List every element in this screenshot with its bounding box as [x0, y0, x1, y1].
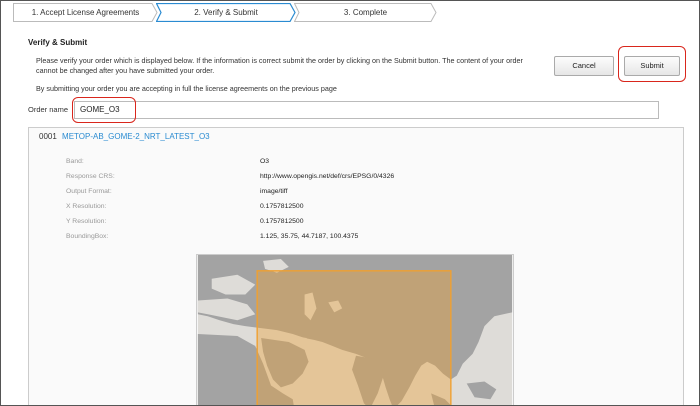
- page: 1. Accept License Agreements 2. Verify &…: [0, 0, 700, 406]
- order-name-label: Order name: [28, 105, 69, 114]
- property-value: http://www.opengis.net/def/crs/EPSG/0/43…: [260, 173, 395, 180]
- property-row: Band: O3: [66, 158, 466, 170]
- property-row: Response CRS: http://www.opengis.net/def…: [66, 173, 466, 185]
- property-key: X Resolution:: [66, 203, 107, 210]
- step-verify-submit[interactable]: 2. Verify & Submit: [156, 3, 296, 22]
- step-label: 3. Complete: [343, 8, 388, 17]
- property-row: BoundingBox: 1.125, 35.75, 44.7187, 100.…: [66, 233, 466, 245]
- intro-text: Please verify your order which is displa…: [36, 56, 523, 75]
- product-name-link[interactable]: METOP-AB_GOME-2_NRT_LATEST_O3: [62, 132, 210, 141]
- step-label: 1. Accept License Agreements: [31, 8, 140, 17]
- product-header: 0001 METOP-AB_GOME-2_NRT_LATEST_O3: [39, 132, 210, 141]
- section-title: Verify & Submit: [28, 38, 88, 47]
- property-value: O3: [260, 158, 270, 165]
- property-row: Y Resolution: 0.1757812500: [66, 218, 466, 230]
- step-label: 2. Verify & Submit: [194, 8, 258, 17]
- property-key: Response CRS:: [66, 173, 115, 180]
- order-name-input[interactable]: GOME_O3: [74, 101, 659, 119]
- property-value: 0.1757812500: [260, 218, 304, 225]
- bounding-box-map[interactable]: [196, 254, 514, 406]
- property-row: Output Format: image/tiff: [66, 188, 466, 200]
- license-agreement-note: By submitting your order you are accepti…: [36, 84, 337, 93]
- order-product-panel: 0001 METOP-AB_GOME-2_NRT_LATEST_O3 Band:…: [28, 127, 684, 406]
- property-row: X Resolution: 0.1757812500: [66, 203, 466, 215]
- submit-button[interactable]: Submit: [624, 56, 680, 76]
- bounding-box-rect: [256, 270, 452, 405]
- step-accept-license[interactable]: 1. Accept License Agreements: [13, 3, 158, 22]
- property-key: Y Resolution:: [66, 218, 107, 225]
- property-key: Band:: [66, 158, 84, 165]
- step-complete[interactable]: 3. Complete: [294, 3, 437, 22]
- cancel-button[interactable]: Cancel: [554, 56, 614, 76]
- property-value: image/tiff: [260, 188, 288, 195]
- property-value: 1.125, 35.75, 44.7187, 100.4375: [260, 233, 359, 240]
- property-value: 0.1757812500: [260, 203, 304, 210]
- product-number: 0001: [39, 132, 57, 141]
- property-key: Output Format:: [66, 188, 112, 195]
- wizard-steps: 1. Accept License Agreements 2. Verify &…: [13, 3, 673, 22]
- property-key: BoundingBox:: [66, 233, 109, 240]
